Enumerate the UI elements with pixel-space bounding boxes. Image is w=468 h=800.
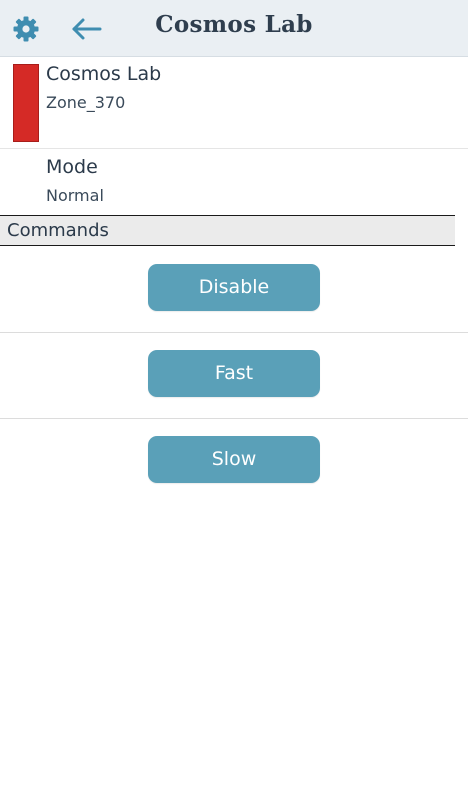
device-info-row: Cosmos Lab Zone_370	[0, 58, 468, 149]
slow-button[interactable]: Slow	[148, 436, 320, 483]
commands-section-label: Commands	[7, 220, 109, 241]
fast-button[interactable]: Fast	[148, 350, 320, 397]
disable-button[interactable]: Disable	[148, 264, 320, 311]
commands-section-header: Commands	[0, 215, 455, 246]
command-row-disable: Disable	[0, 247, 468, 333]
mode-value: Normal	[46, 186, 104, 205]
top-bar: Cosmos Lab	[0, 0, 468, 57]
page-title: Cosmos Lab	[155, 11, 313, 38]
device-name: Cosmos Lab	[46, 63, 162, 85]
command-row-slow: Slow	[0, 419, 468, 505]
app-screen: Cosmos Lab Cosmos Lab Zone_370 Mode Norm…	[0, 0, 468, 800]
device-zone: Zone_370	[46, 93, 126, 112]
command-row-fast: Fast	[0, 333, 468, 419]
mode-label: Mode	[46, 156, 98, 178]
status-color-indicator	[13, 64, 39, 142]
mode-row: Mode Normal	[0, 150, 468, 214]
